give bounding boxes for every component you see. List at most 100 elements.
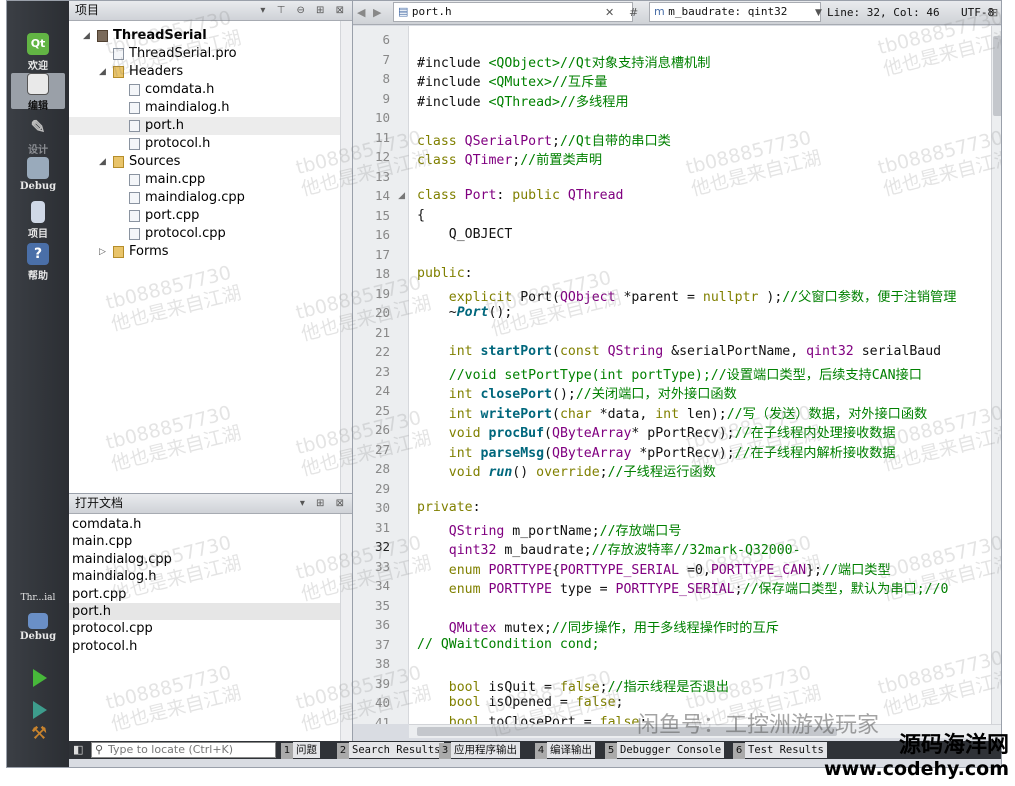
code-line[interactable]: explicit Port(QObject *parent = nullptr … (417, 286, 957, 305)
pane-tools[interactable]: ▾ ⊤ ⊖ ⊞ ⊠ (260, 1, 348, 20)
kit-name: Thr...ial (20, 593, 56, 603)
code-line[interactable]: int writePort(char *data, int len);//写（发… (417, 403, 927, 422)
code-token: m_baudrate; (504, 543, 592, 558)
code-line[interactable]: class QTimer;//前置类声明 (417, 149, 602, 168)
code-line[interactable]: #include <QObject>//Qt对象支持消息槽机制 (417, 52, 710, 71)
code-line[interactable]: // QWaitCondition cond; (417, 637, 600, 652)
nav-back-icon[interactable]: ◀ (357, 2, 365, 24)
code-line[interactable]: enum PORTTYPE{PORTTYPE_SERIAL =0,PORTTYP… (417, 559, 891, 578)
tree-item[interactable]: ◢ ThreadSerial (69, 27, 352, 45)
code-line[interactable]: //void setPortType(int portType);//设置端口类… (417, 364, 922, 383)
mode-design[interactable]: ✎ 设计 (11, 117, 65, 156)
tree-item[interactable]: maindialog.h (69, 99, 352, 117)
pane-number: 4 (535, 743, 547, 759)
pane-tools[interactable]: ▾ ⊞ ⊠ (300, 494, 348, 513)
mode-debug[interactable]: Debug (11, 157, 65, 192)
code-line[interactable]: qint32 m_baudrate;//存放波特率//32mark-Q32000… (417, 539, 801, 558)
code-token: QByteArray (552, 426, 632, 441)
tree-item[interactable]: maindialog.cpp (69, 189, 352, 207)
locator-input[interactable]: ⚲ Type to locate (Ctrl+K) (91, 742, 276, 758)
code-line[interactable]: int closePort();//关闭端口，对外接口函数 (417, 383, 737, 402)
mode-edit[interactable]: 编辑 (11, 73, 65, 112)
code-line[interactable]: int startPort(const QString &serialPortN… (417, 344, 941, 359)
code-line[interactable]: private: (417, 500, 481, 515)
build-hammer-icon[interactable]: ⚒ (31, 725, 49, 743)
open-docs-scrollbar[interactable] (340, 514, 352, 742)
code-line[interactable]: ~Port(); (417, 305, 513, 320)
open-document-item[interactable]: maindialog.cpp (69, 551, 352, 568)
mode-projects[interactable]: 项目 (11, 201, 65, 240)
tree-item[interactable]: port.cpp (69, 207, 352, 225)
open-document-item[interactable]: protocol.h (69, 638, 352, 655)
tree-item[interactable]: protocol.h (69, 135, 352, 153)
debug-run-icon[interactable] (33, 701, 47, 719)
tree-item-label: Forms (129, 244, 169, 259)
scroll-thumb[interactable] (993, 36, 1001, 116)
code-token: //在子线程内解析接收数据 (734, 445, 896, 461)
editor-vertical-scrollbar[interactable] (991, 26, 1001, 724)
output-pane-button[interactable]: 2 Search Results (337, 742, 444, 759)
open-document-item[interactable]: comdata.h (69, 516, 352, 533)
output-pane-button[interactable]: 5 Debugger Console (605, 742, 725, 759)
open-document-item[interactable]: port.h (69, 602, 352, 621)
code-token: procBuf (488, 426, 545, 441)
open-document-item[interactable]: protocol.cpp (69, 620, 352, 637)
code-line[interactable]: bool isQuit = false;//指示线程是否退出 (417, 676, 729, 695)
code-line[interactable]: QMutex mutex;//同步操作，用于多线程操作时的互斥 (417, 617, 779, 636)
tree-item[interactable]: protocol.cpp (69, 225, 352, 243)
kit-selector[interactable]: Debug (11, 613, 65, 649)
run-icon[interactable] (33, 669, 47, 687)
output-pane-button[interactable]: 6 Test Results (733, 742, 827, 759)
open-document-item[interactable]: main.cpp (69, 533, 352, 550)
tree-item-label: Sources (129, 154, 181, 169)
tree-item[interactable]: comdata.h (69, 81, 352, 99)
fold-marker-icon[interactable]: ◢ (398, 191, 405, 201)
file-icon (129, 120, 140, 132)
project-tree-scrollbar[interactable] (340, 21, 352, 493)
line-number: 18 (374, 266, 390, 281)
output-pane-button[interactable]: 4 编译输出 (535, 742, 595, 759)
code-line[interactable]: { (417, 208, 425, 223)
tree-item[interactable]: ◢ Sources (69, 153, 352, 171)
tree-item[interactable]: main.cpp (69, 171, 352, 189)
code-editor[interactable]: #include <QObject>//Qt对象支持消息槽机制 #include … (409, 26, 991, 724)
expanded-arrow-icon[interactable]: ◢ (83, 27, 93, 45)
code-line[interactable]: void run() override;//子线程运行函数 (417, 461, 716, 480)
code-token: closePort (480, 387, 552, 402)
code-token: // QWaitCondition cond; (417, 636, 600, 652)
symbol-selector[interactable]: m m_baudrate: qint32 (649, 2, 821, 22)
output-pane-button[interactable]: 3 应用程序输出 (439, 742, 520, 759)
code-line[interactable]: class Port: public QThread (417, 188, 623, 203)
split-icon[interactable]: ⊞ (989, 2, 998, 24)
chevron-down-icon[interactable]: ▼ (815, 2, 822, 24)
tree-item[interactable]: ThreadSerial.pro (69, 45, 352, 63)
close-document-icon[interactable]: ✕ (605, 2, 614, 24)
expanded-arrow-icon[interactable]: ◢ (99, 63, 109, 81)
toggle-sidebar-icon[interactable]: ◧ (73, 743, 83, 756)
pane-label: 编译输出 (547, 742, 595, 758)
nav-forward-icon[interactable]: ▶ (373, 2, 381, 24)
tree-item[interactable]: ▷ Forms (69, 243, 352, 261)
tree-item[interactable]: port.h (69, 117, 352, 135)
pane-title: 打开文档 (75, 496, 124, 510)
code-line[interactable]: void procBuf(QByteArray* pPortRecv);//在子… (417, 422, 896, 441)
document-selector[interactable]: ▤ port.h (393, 2, 633, 22)
open-document-item[interactable]: maindialog.h (69, 568, 352, 585)
code-line[interactable]: bool isOpened = false; (417, 695, 624, 710)
output-pane-button[interactable]: 1 问题 (281, 742, 320, 759)
code-line[interactable]: enum PORTTYPE type = PORTTYPE_SERIAL;//保… (417, 578, 949, 597)
mode-welcome[interactable]: Qt 欢迎 (11, 33, 65, 72)
code-line[interactable]: QString m_portName;//存放端口号 (417, 520, 682, 539)
code-line[interactable]: #include <QMutex>//互斥量 (417, 71, 607, 90)
open-document-item[interactable]: port.cpp (69, 586, 352, 603)
code-line[interactable]: Q_OBJECT (417, 227, 513, 242)
expanded-arrow-icon[interactable]: ◢ (99, 153, 109, 171)
code-line[interactable]: #include <QThread>//多线程用 (417, 91, 629, 110)
code-line[interactable]: bool toClosePort = false; (417, 715, 648, 725)
collapsed-arrow-icon[interactable]: ▷ (99, 243, 109, 261)
mode-help[interactable]: ? 帮助 (11, 243, 65, 282)
tree-item[interactable]: ◢ Headers (69, 63, 352, 81)
code-line[interactable]: public: (417, 266, 473, 281)
code-line[interactable]: class QSerialPort;//Qt自带的串口类 (417, 130, 671, 149)
code-line[interactable]: int parseMsg(QByteArray *pPortRecv);//在子… (417, 442, 896, 461)
